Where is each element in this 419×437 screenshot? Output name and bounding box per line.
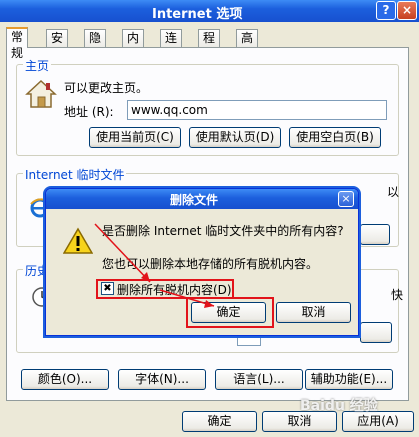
watermark-text: Baidu 经验 xyxy=(300,398,378,414)
internet-options-window: Internet 选项 ? × 常规 安全 隐私 内容 连接 程序 高级 主页 … xyxy=(0,0,419,437)
annotation-arrow xyxy=(94,223,215,308)
tab-general[interactable]: 常规 xyxy=(6,27,29,60)
